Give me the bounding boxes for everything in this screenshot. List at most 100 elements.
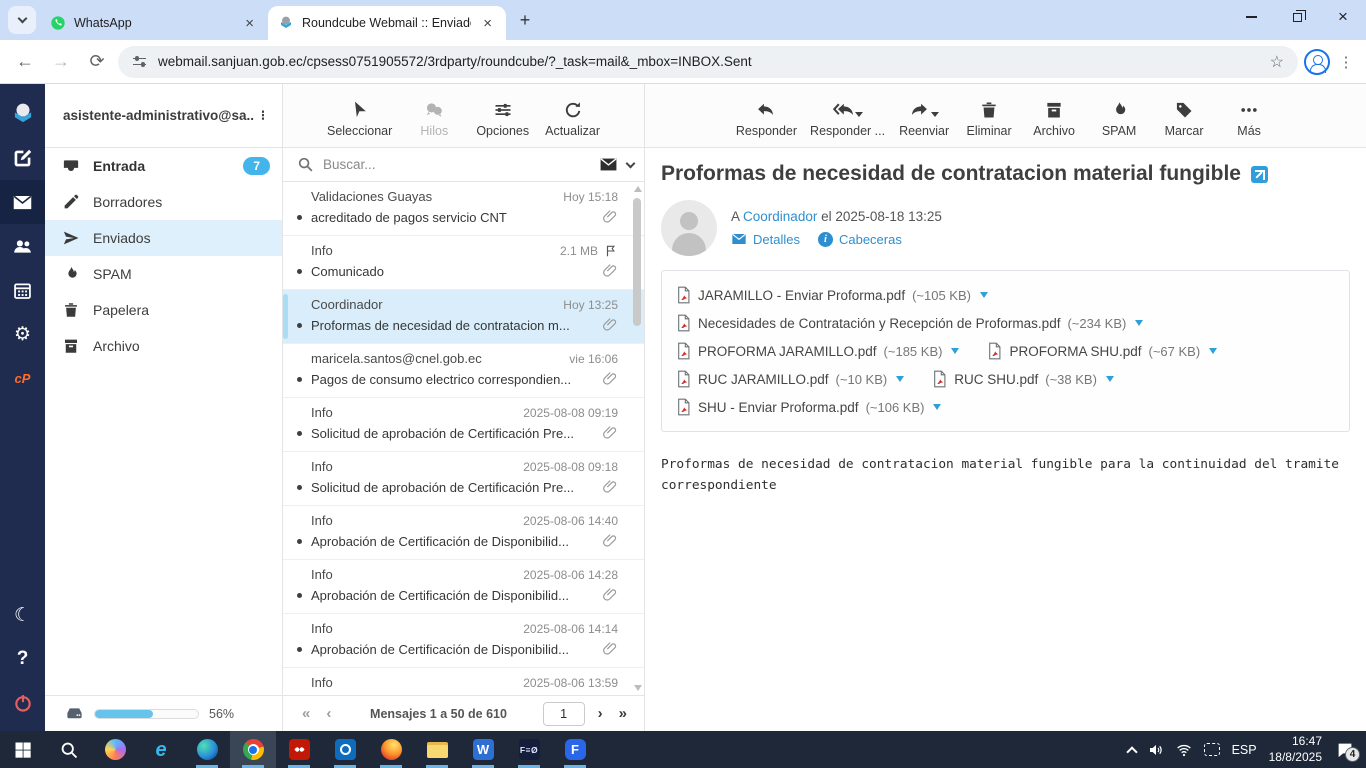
tray-expand-button[interactable] (1125, 744, 1138, 758)
tab-close-icon[interactable]: × (479, 14, 496, 33)
folder-archivo[interactable]: Archivo (45, 328, 282, 364)
bookmark-star-icon[interactable]: ☆ (1270, 52, 1284, 72)
message-list-item[interactable]: Info 2025-08-06 14:28 Aprobación de Cert… (283, 560, 644, 614)
taskbar-chrome[interactable] (230, 731, 276, 768)
attachment-menu-caret-icon[interactable] (979, 292, 988, 298)
taskbar-file-explorer[interactable] (414, 731, 460, 768)
next-page-button[interactable]: › (591, 703, 608, 724)
notification-center-button[interactable]: 4 (1334, 741, 1360, 762)
attachment-menu-caret-icon[interactable] (951, 348, 960, 354)
taskbar-firefox[interactable] (368, 731, 414, 768)
restore-button[interactable] (1274, 0, 1320, 34)
options-button[interactable]: Opciones (476, 98, 529, 138)
attachment-item[interactable]: SHU - Enviar Proforma.pdf (~106 KB) (676, 398, 942, 416)
taskbar-internet-explorer[interactable]: e (138, 731, 184, 768)
list-scrollbar[interactable] (632, 184, 642, 693)
select-button[interactable]: Seleccionar (327, 98, 392, 138)
first-page-button[interactable]: « (295, 703, 315, 724)
search-scope-mail-icon[interactable] (599, 155, 618, 174)
attachment-item[interactable]: PROFORMA JARAMILLO.pdf (~185 KB) (676, 342, 960, 360)
tab-close-icon[interactable]: × (241, 14, 258, 33)
headers-link[interactable]: i Cabeceras (817, 231, 902, 247)
browser-menu-icon[interactable]: ⋮ (1336, 53, 1356, 71)
mail-nav-button[interactable] (0, 180, 45, 224)
attachment-item[interactable]: RUC SHU.pdf (~38 KB) (932, 370, 1114, 388)
tab-whatsapp[interactable]: WhatsApp × (40, 6, 268, 40)
tab-roundcube[interactable]: Roundcube Webmail :: Enviados × (268, 6, 506, 40)
help-button[interactable]: ? (0, 637, 45, 681)
snip-button[interactable] (1203, 743, 1220, 756)
compose-button[interactable] (0, 136, 45, 180)
dark-mode-button[interactable]: ☾ (0, 593, 45, 637)
message-list-item[interactable]: Info 2025-08-06 13:59 (283, 668, 644, 695)
logout-button[interactable] (0, 681, 45, 725)
attachment-name[interactable]: SHU - Enviar Proforma.pdf (698, 400, 859, 415)
account-menu-icon[interactable]: ⁝ (254, 108, 272, 123)
close-button[interactable]: × (1320, 0, 1366, 34)
attachment-name[interactable]: JARAMILLO - Enviar Proforma.pdf (698, 288, 905, 303)
attachment-item[interactable]: Necesidades de Contratación y Recepción … (676, 314, 1144, 332)
attachment-name[interactable]: PROFORMA SHU.pdf (1009, 344, 1141, 359)
search-options-chevron-icon[interactable] (625, 158, 636, 168)
tab-search-button[interactable] (8, 6, 36, 34)
attachment-item[interactable]: PROFORMA SHU.pdf (~67 KB) (987, 342, 1218, 360)
reply-button[interactable]: Responder (736, 98, 797, 138)
reload-button[interactable]: ⟳ (82, 47, 112, 77)
attachment-name[interactable]: PROFORMA JARAMILLO.pdf (698, 344, 877, 359)
attachment-menu-caret-icon[interactable] (1135, 320, 1144, 326)
volume-button[interactable] (1148, 742, 1164, 758)
recipient-link[interactable]: Coordinador (743, 209, 817, 224)
page-input[interactable] (542, 701, 585, 726)
site-info-icon[interactable] (132, 54, 148, 70)
search-input[interactable] (323, 157, 590, 172)
archive-button[interactable]: Archivo (1028, 98, 1080, 138)
calendar-nav-button[interactable] (0, 268, 45, 312)
taskbar-forms-app[interactable]: F (552, 731, 598, 768)
clock[interactable]: 16:47 18/8/2025 (1269, 734, 1322, 765)
forward-button[interactable]: → (46, 47, 76, 77)
last-page-button[interactable]: » (612, 703, 632, 724)
attachment-item[interactable]: JARAMILLO - Enviar Proforma.pdf (~105 KB… (676, 286, 988, 304)
profile-avatar-icon[interactable] (1304, 48, 1330, 75)
mark-button[interactable]: Marcar (1158, 98, 1210, 138)
attachment-menu-caret-icon[interactable] (1105, 376, 1114, 382)
folder-papelera[interactable]: Papelera (45, 292, 282, 328)
taskbar-start-button[interactable] (0, 731, 46, 768)
folder-spam[interactable]: SPAM (45, 256, 282, 292)
taskbar-copilot[interactable] (92, 731, 138, 768)
taskbar-word[interactable]: W (460, 731, 506, 768)
message-list-item[interactable]: maricela.santos@cnel.gob.ec vie 16:06 Pa… (283, 344, 644, 398)
new-tab-button[interactable]: + (512, 7, 538, 33)
folder-enviados[interactable]: Enviados (45, 220, 282, 256)
message-list-item[interactable]: Info 2025-08-08 09:19 Solicitud de aprob… (283, 398, 644, 452)
omnibox[interactable]: webmail.sanjuan.gob.ec/cpsess0751905572/… (118, 45, 1298, 78)
refresh-button[interactable]: Actualizar (545, 98, 600, 138)
details-link[interactable]: Detalles (731, 231, 800, 247)
forward-button[interactable]: Reenviar (898, 98, 950, 138)
prev-page-button[interactable]: ‹ (319, 703, 336, 724)
language-indicator[interactable]: ESP (1232, 743, 1257, 757)
more-button[interactable]: Más (1223, 98, 1275, 138)
message-list-item[interactable]: Coordinador Hoy 13:25 Proformas de neces… (283, 290, 644, 344)
taskbar-acrobat[interactable] (276, 731, 322, 768)
minimize-button[interactable] (1228, 0, 1274, 34)
taskbar-search-button[interactable] (46, 731, 92, 768)
spam-button[interactable]: SPAM (1093, 98, 1145, 138)
folder-borradores[interactable]: Borradores (45, 184, 282, 220)
contacts-nav-button[interactable] (0, 224, 45, 268)
open-in-new-window-icon[interactable] (1250, 165, 1268, 183)
attachment-menu-caret-icon[interactable] (933, 404, 942, 410)
message-list-item[interactable]: Info 2025-08-06 14:14 Aprobación de Cert… (283, 614, 644, 668)
message-list-item[interactable]: Info 2.1 MB Comunicado (283, 236, 644, 290)
attachment-name[interactable]: Necesidades de Contratación y Recepción … (698, 316, 1060, 331)
message-list-item[interactable]: Info 2025-08-06 14:40 Aprobación de Cert… (283, 506, 644, 560)
taskbar-fso-app[interactable]: F≡Ø (506, 731, 552, 768)
attachment-item[interactable]: RUC JARAMILLO.pdf (~10 KB) (676, 370, 905, 388)
reply-all-button[interactable]: Responder ... (810, 98, 885, 138)
url-text[interactable]: webmail.sanjuan.gob.ec/cpsess0751905572/… (158, 54, 752, 69)
taskbar-outlook[interactable] (322, 731, 368, 768)
message-list-item[interactable]: Info 2025-08-08 09:18 Solicitud de aprob… (283, 452, 644, 506)
message-list-item[interactable]: Validaciones Guayas Hoy 15:18 acreditado… (283, 182, 644, 236)
attachment-menu-caret-icon[interactable] (1209, 348, 1218, 354)
attachment-name[interactable]: RUC JARAMILLO.pdf (698, 372, 829, 387)
